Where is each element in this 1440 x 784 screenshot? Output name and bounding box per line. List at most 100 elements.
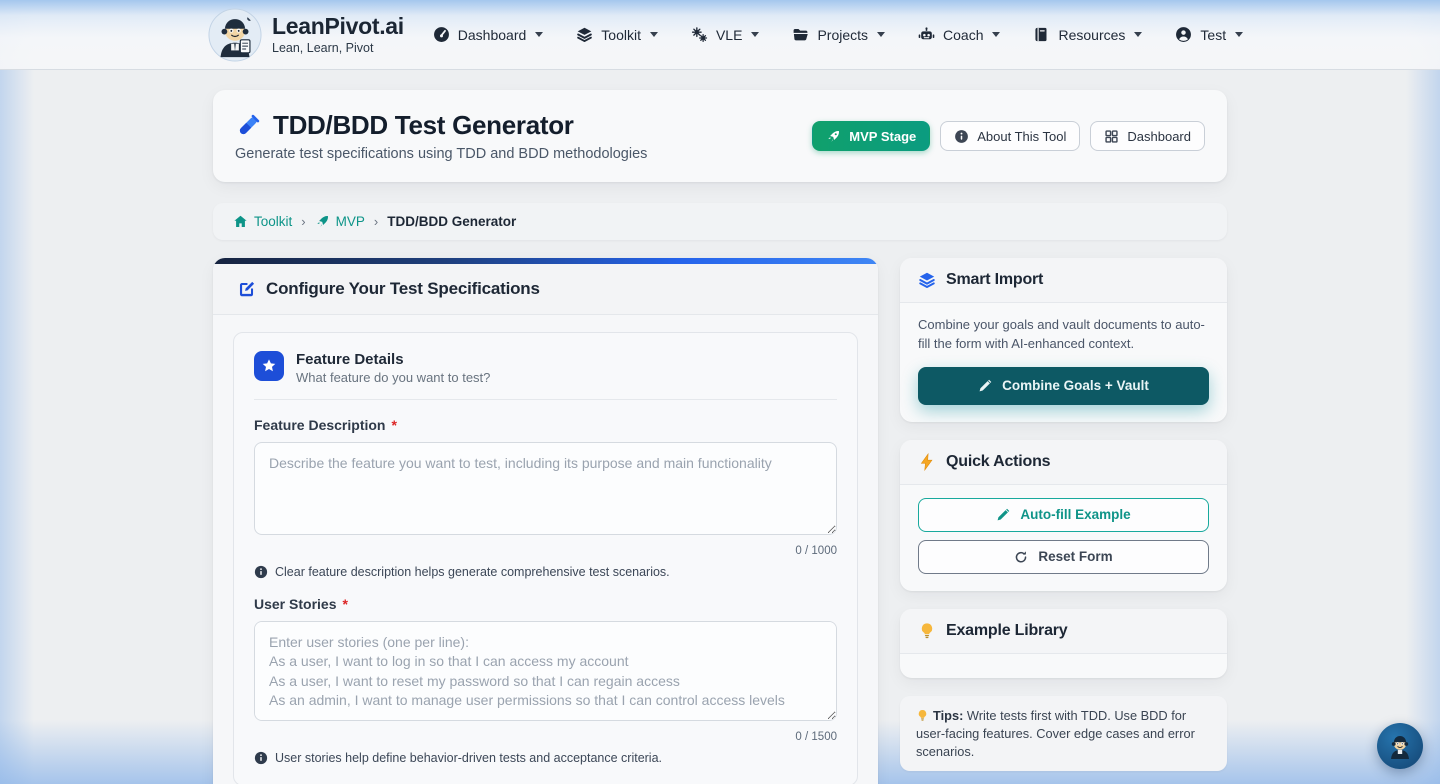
dashboard-button[interactable]: Dashboard (1090, 121, 1205, 151)
chevron-down-icon (992, 32, 1001, 37)
chevron-down-icon (535, 32, 544, 37)
breadcrumb-mvp-link[interactable]: MVP (315, 214, 365, 229)
nav-label: VLE (715, 26, 743, 43)
description-char-counter: 0 / 1000 (795, 545, 837, 557)
breadcrumb-current: TDD/BDD Generator (387, 214, 517, 229)
user-icon (1175, 26, 1192, 43)
lightbulb-icon (916, 709, 929, 722)
smart-import-card: Smart Import Combine your goals and vaul… (900, 258, 1227, 422)
combine-goals-vault-button[interactable]: Combine Goals + Vault (918, 366, 1209, 405)
breadcrumb-mvp-label: MVP (335, 214, 365, 229)
smart-import-title: Smart Import (946, 271, 1044, 288)
page-header-card: TDD/BDD Test Generator Generate test spe… (213, 90, 1227, 182)
description-help: Clear feature description helps generate… (254, 565, 837, 579)
robot-icon (918, 26, 935, 43)
main-menu: Dashboard Toolkit VLE Projects Coach Res… (404, 26, 1272, 43)
form-title: Configure Your Test Specifications (266, 279, 540, 298)
nav-item-coach[interactable]: Coach (918, 26, 1001, 43)
star-icon (254, 351, 284, 381)
user-stories-label: User Stories * (254, 596, 837, 612)
mvp-stage-label: MVP Stage (849, 128, 917, 144)
breadcrumb-toolkit-label: Toolkit (254, 214, 293, 229)
smart-import-body: Combine your goals and vault documents t… (900, 303, 1227, 422)
nav-item-dashboard[interactable]: Dashboard (433, 26, 544, 43)
mascot-logo-icon (208, 7, 262, 62)
breadcrumb: Toolkit › MVP › TDD/BDD Generator (213, 203, 1227, 240)
sidebar: Smart Import Combine your goals and vaul… (900, 258, 1227, 772)
chevron-down-icon (1235, 32, 1244, 37)
chevron-down-icon (649, 32, 658, 37)
mvp-stage-badge[interactable]: MVP Stage (812, 121, 931, 151)
breadcrumb-separator: › (373, 214, 379, 229)
nav-item-projects[interactable]: Projects (792, 26, 886, 43)
nav-label: Dashboard (457, 26, 527, 43)
section-subtitle: What feature do you want to test? (296, 370, 491, 385)
folder-icon (792, 26, 809, 43)
breadcrumb-separator: › (301, 214, 306, 229)
feature-details-titles: Feature Details What feature do you want… (296, 351, 490, 385)
description-help-text: Clear feature description helps generate… (275, 565, 670, 579)
mascot-avatar-icon (1391, 736, 1409, 759)
example-library-header: Example Library (900, 608, 1227, 654)
brand-title: LeanPivot.ai (272, 13, 404, 40)
autofill-button-label: Auto-fill Example (1020, 507, 1131, 523)
nav-label: Projects (817, 26, 869, 43)
book-icon (1033, 26, 1050, 43)
nav-item-vle[interactable]: VLE (691, 26, 760, 43)
layers-icon (918, 271, 936, 289)
nav-item-test[interactable]: Test (1175, 26, 1244, 43)
home-icon (233, 214, 248, 229)
about-tool-button[interactable]: About This Tool (940, 121, 1081, 151)
quick-actions-card: Quick Actions Auto-fill Example Reset Fo… (900, 439, 1227, 591)
page-subtitle: Generate test specifications using TDD a… (235, 146, 648, 162)
brand-text: LeanPivot.ai Lean, Learn, Pivot (272, 14, 404, 54)
feature-details-section: Feature Details What feature do you want… (233, 332, 858, 784)
feature-description-input[interactable] (254, 442, 837, 535)
smart-import-description: Combine your goals and vault documents t… (918, 317, 1205, 351)
example-library-title: Example Library (946, 621, 1068, 639)
required-asterisk: * (391, 417, 397, 433)
section-title: Feature Details (296, 351, 404, 368)
page-title: TDD/BDD Test Generator (273, 110, 574, 140)
example-library-body (900, 654, 1227, 678)
chat-assistant-button[interactable] (1377, 723, 1423, 769)
reset-button-label: Reset Form (1038, 549, 1113, 565)
tips-label: Tips: (933, 707, 964, 723)
brand-logo[interactable]: LeanPivot.ai Lean, Learn, Pivot (208, 7, 404, 62)
feature-description-label: Feature Description * (254, 417, 837, 433)
chevron-down-icon (751, 32, 760, 37)
label-text: User Stories (254, 596, 337, 612)
autofill-example-button[interactable]: Auto-fill Example (918, 497, 1209, 532)
edit-square-icon (237, 280, 256, 299)
pencil-icon (996, 508, 1010, 522)
nav-label: Coach (943, 26, 984, 43)
quick-actions-body: Auto-fill Example Reset Form (900, 485, 1227, 591)
rocket-icon (826, 129, 841, 144)
required-asterisk: * (342, 596, 348, 612)
top-navigation: LeanPivot.ai Lean, Learn, Pivot Dashboar… (0, 0, 1440, 70)
rocket-icon (315, 214, 330, 229)
stories-char-counter: 0 / 1500 (795, 731, 837, 743)
nav-label: Resources (1058, 26, 1126, 43)
brand-tagline: Lean, Learn, Pivot (272, 40, 374, 55)
stories-help-text: User stories help define behavior-driven… (275, 751, 663, 765)
pencil-icon (978, 379, 992, 393)
test-config-body: Feature Details What feature do you want… (213, 315, 878, 784)
nav-label: Toolkit (601, 26, 641, 43)
tips-card: Tips: Write tests first with TDD. Use BD… (900, 695, 1227, 772)
main-columns: Configure Your Test Specifications Featu… (213, 258, 1227, 784)
about-tool-label: About This Tool (977, 128, 1067, 144)
quick-actions-header: Quick Actions (900, 439, 1227, 485)
breadcrumb-toolkit-link[interactable]: Toolkit (233, 214, 292, 229)
nav-label: Test (1200, 26, 1227, 43)
layers-icon (576, 26, 593, 43)
nav-item-toolkit[interactable]: Toolkit (576, 26, 658, 43)
page-header-actions: MVP Stage About This Tool Dashboard (812, 121, 1205, 151)
reset-form-button[interactable]: Reset Form (918, 539, 1209, 574)
user-stories-input[interactable] (254, 621, 837, 721)
quick-actions-title: Quick Actions (946, 452, 1051, 470)
speedometer-icon (433, 26, 450, 43)
test-config-header: Configure Your Test Specifications (213, 264, 878, 315)
nav-item-resources[interactable]: Resources (1033, 26, 1143, 43)
label-text: Feature Description (254, 417, 386, 433)
